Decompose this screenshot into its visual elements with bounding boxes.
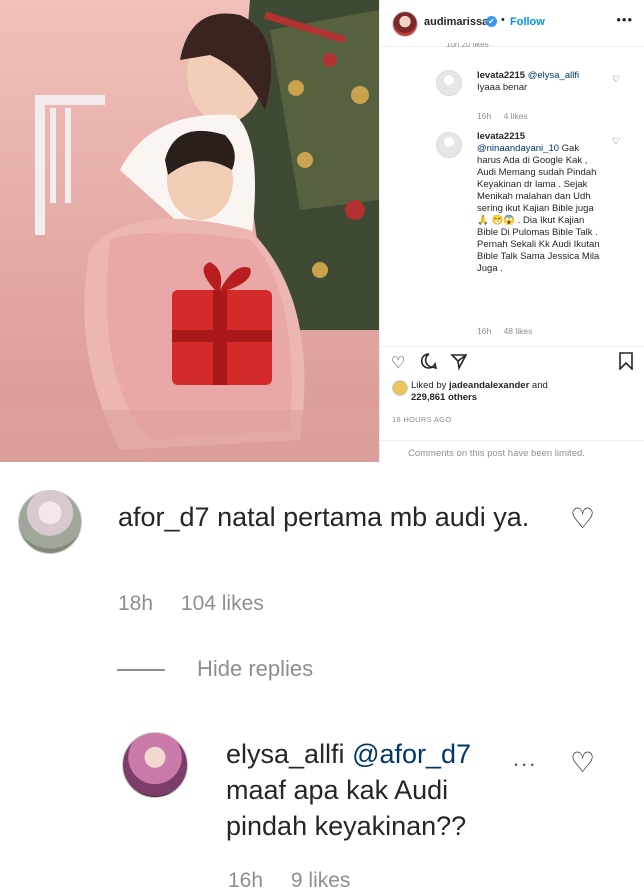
reply-mention[interactable]: @afor_d7 [352, 739, 471, 769]
liked-by-user[interactable]: jadeandalexander [449, 380, 529, 391]
liked-by-prefix: Liked by [411, 380, 450, 391]
couple-christmas-photo [0, 0, 379, 462]
comment-username[interactable]: afor_d7 [118, 502, 210, 532]
comment-mention[interactable]: @elysa_allfi [528, 70, 579, 81]
post-header: audimarissa ✔ • Follow ••• [380, 0, 644, 47]
truncated-comment-meta: 10h 20 likes [446, 43, 489, 49]
commenter-avatar[interactable] [436, 70, 462, 96]
comment-likes[interactable]: 4 likes [504, 111, 528, 121]
panel-comment: levata2215 @ninaandayani_10 Gak harus Ad… [477, 131, 605, 275]
comment-likes[interactable]: 104 likes [181, 592, 264, 615]
mobile-comment-thread: afor_d7 natal pertama mb audi ya. ♡ 18h … [0, 464, 644, 893]
comment-time: 18h [118, 592, 154, 615]
reply-meta: 16h 9 likes [228, 869, 372, 893]
liked-by-and: and [529, 380, 548, 391]
comment-text: natal pertama mb audi ya. [217, 502, 530, 532]
verified-badge-icon: ✔ [486, 16, 497, 27]
post-timestamp: 18 HOURS AGO [392, 415, 452, 424]
instagram-post-screenshot: audimarissa ✔ • Follow ••• 10h 20 likes … [0, 0, 644, 464]
heart-icon[interactable]: ♡ [391, 353, 405, 373]
bookmark-icon[interactable] [619, 352, 633, 375]
comment-username[interactable]: levata2215 [477, 70, 525, 81]
comment-meta: 16h 4 likes [477, 111, 538, 121]
comment: afor_d7 natal pertama mb audi ya. [118, 499, 548, 535]
poster-username[interactable]: audimarissa [424, 16, 488, 28]
comment-meta: 18h 104 likes [118, 592, 286, 616]
separator-dot: • [501, 14, 505, 26]
heart-icon[interactable]: ♡ [612, 136, 620, 147]
hide-replies-button[interactable]: Hide replies [197, 656, 313, 682]
share-icon[interactable] [450, 352, 468, 375]
comment-icon[interactable] [420, 352, 438, 375]
reply-username[interactable]: elysa_allfi [226, 739, 345, 769]
reply-time: 16h [228, 869, 264, 892]
comment-meta: 16h 48 likes [477, 326, 542, 336]
heart-icon[interactable]: ♡ [570, 746, 595, 779]
commenter-avatar[interactable] [18, 490, 82, 554]
heart-icon[interactable]: ♡ [570, 502, 595, 535]
reply-text: maaf apa kak Audi pindah keyakinan?? [226, 775, 467, 841]
liked-by-count[interactable]: 229,861 others [411, 392, 477, 403]
comment-text: Iyaaa benar [477, 82, 528, 93]
instagram-side-panel: audimarissa ✔ • Follow ••• 10h 20 likes … [379, 0, 644, 464]
comment-text: Gak harus Ada di Google Kak , Audi Meman… [477, 143, 600, 274]
liker-avatar[interactable] [392, 380, 408, 396]
reply-comment: elysa_allfi @afor_d7 maaf apa kak Audi p… [226, 736, 526, 844]
comments-limited-notice: Comments on this post have been limited. [380, 440, 644, 465]
ellipsis-icon[interactable]: ••• [616, 12, 633, 27]
limited-text: Comments on this post have been limited. [408, 448, 585, 459]
poster-avatar[interactable] [392, 11, 418, 37]
comment-time: 16h [477, 111, 492, 121]
comment-username[interactable]: levata2215 [477, 131, 525, 142]
more-options-icon[interactable]: ... [513, 746, 537, 772]
commenter-avatar[interactable] [436, 132, 462, 158]
reply-likes[interactable]: 9 likes [291, 869, 351, 892]
comment-mention[interactable]: @ninaandayani_10 [477, 143, 559, 154]
commenter-avatar[interactable] [122, 732, 188, 798]
likes-summary: Liked by jadeandalexander and 229,861 ot… [411, 380, 601, 404]
comment-likes[interactable]: 48 likes [504, 326, 533, 336]
post-action-bar: ♡ [380, 346, 644, 377]
panel-comment: levata2215 @elysa_allfi Iyaaa benar [477, 70, 607, 94]
comment-time: 16h [477, 326, 492, 336]
post-photo [0, 0, 379, 462]
follow-button[interactable]: Follow [510, 16, 545, 28]
replies-divider [117, 669, 165, 671]
heart-icon[interactable]: ♡ [612, 74, 620, 85]
